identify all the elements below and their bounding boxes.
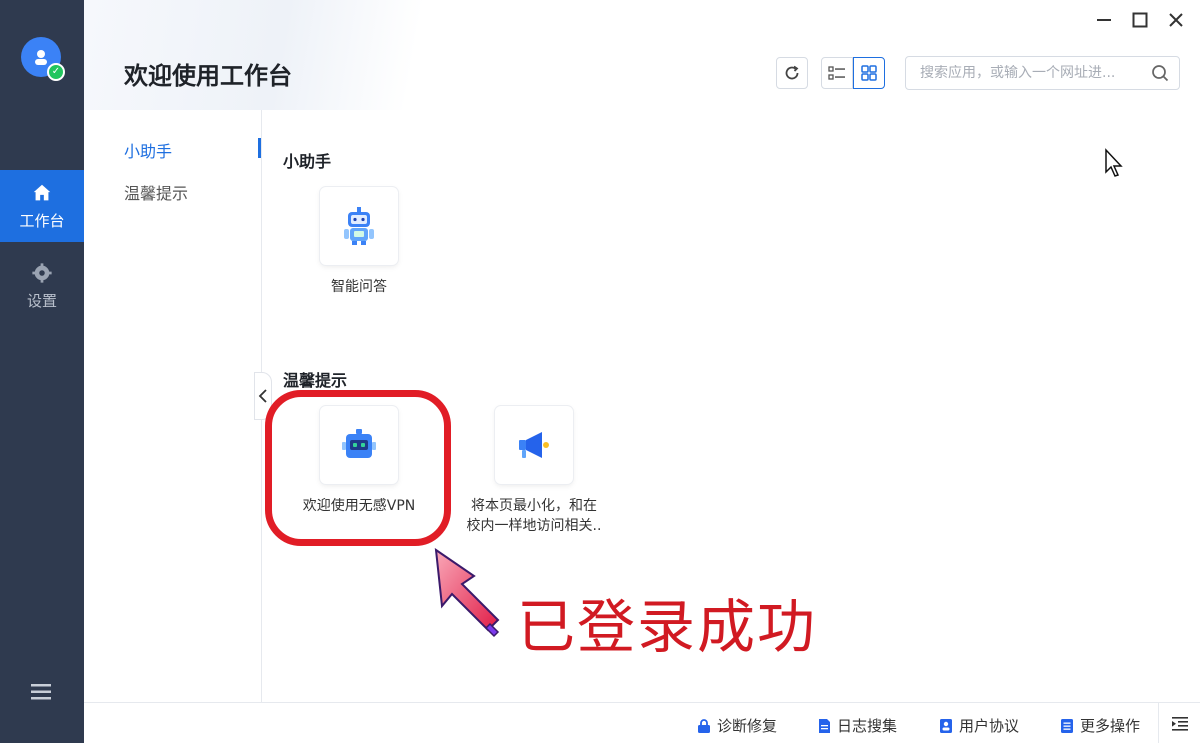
- grid-view-icon: [861, 65, 877, 81]
- section-title-assistant: 小助手: [283, 152, 332, 171]
- highlight-ring: [265, 390, 451, 546]
- app-icon-tile: [495, 406, 573, 484]
- footer-item-label: 更多操作: [1080, 717, 1141, 735]
- search-input[interactable]: [920, 65, 1151, 81]
- maximize-icon: [1132, 12, 1148, 28]
- footer-more-actions[interactable]: 更多操作: [1060, 715, 1140, 736]
- minimize-button[interactable]: [1094, 10, 1114, 30]
- refresh-button[interactable]: [776, 57, 808, 89]
- refresh-icon: [785, 65, 799, 80]
- window-controls: [1094, 10, 1186, 30]
- annotation-text: 已登录成功: [517, 593, 818, 661]
- megaphone-icon: [519, 432, 549, 458]
- document-icon: [819, 718, 830, 733]
- page-title: 欢迎使用工作台: [124, 62, 292, 90]
- section-title-tips: 温馨提示: [283, 371, 348, 390]
- close-icon: [1169, 13, 1183, 27]
- home-icon: [33, 184, 51, 200]
- mouse-cursor-icon: [1105, 148, 1123, 177]
- subnav-item-assistant[interactable]: 小助手: [124, 138, 172, 162]
- annotation-arrow-icon: [434, 547, 500, 638]
- footer-bar: 诊断修复 日志搜集 用户协议 更多操作: [84, 702, 1200, 743]
- footer-user-agreement[interactable]: 用户协议: [939, 715, 1019, 736]
- online-check-icon: ✓: [47, 63, 65, 81]
- menu-icon[interactable]: [30, 682, 52, 702]
- footer-toggle-button[interactable]: [1158, 703, 1200, 743]
- maximize-button[interactable]: [1130, 10, 1150, 30]
- rail-item-label: 工作台: [19, 211, 65, 230]
- category-nav: 小助手 温馨提示: [84, 110, 262, 702]
- rail-item-workbench[interactable]: 工作台: [0, 170, 84, 242]
- app-smart-qa[interactable]: 智能问答: [284, 187, 434, 297]
- user-avatar[interactable]: ✓: [21, 37, 65, 81]
- list-icon: [1061, 718, 1073, 733]
- subnav-item-tips[interactable]: 温馨提示: [124, 180, 188, 204]
- chevron-left-icon: [258, 389, 267, 403]
- user-book-icon: [940, 718, 952, 733]
- footer-diagnose-repair[interactable]: 诊断修复: [697, 715, 777, 736]
- app-icon-tile: [320, 187, 398, 265]
- rail-item-settings[interactable]: 设置: [0, 250, 84, 322]
- lock-icon: [698, 718, 710, 733]
- footer-item-label: 日志搜集: [837, 717, 898, 735]
- search-icon[interactable]: [1151, 64, 1169, 82]
- left-rail: ✓ 工作台 设置: [0, 0, 84, 743]
- view-toggle: [821, 57, 885, 89]
- app-label-line2: 校内一样地访问相关..: [466, 518, 602, 534]
- close-button[interactable]: [1166, 10, 1186, 30]
- footer-item-label: 用户协议: [959, 717, 1020, 735]
- grid-view-button[interactable]: [853, 57, 885, 89]
- app-label-line1: 将本页最小化，和在: [471, 498, 597, 514]
- list-view-button[interactable]: [821, 57, 853, 89]
- footer-log-collect[interactable]: 日志搜集: [818, 715, 897, 736]
- gear-icon: [32, 262, 52, 283]
- footer-item-label: 诊断修复: [717, 717, 778, 735]
- header-background: [84, 0, 1200, 110]
- robot-assistant-icon: [344, 207, 374, 245]
- search-box: [905, 56, 1180, 90]
- app-label: 将本页最小化，和在 校内一样地访问相关..: [459, 496, 609, 536]
- app-label: 智能问答: [331, 279, 387, 295]
- indent-menu-icon: [1171, 716, 1188, 731]
- minimize-icon: [1097, 19, 1111, 21]
- app-minimize-tip[interactable]: 将本页最小化，和在 校内一样地访问相关..: [459, 406, 609, 536]
- active-indicator: [258, 138, 261, 158]
- list-view-icon: [828, 66, 845, 80]
- rail-item-label: 设置: [26, 291, 57, 310]
